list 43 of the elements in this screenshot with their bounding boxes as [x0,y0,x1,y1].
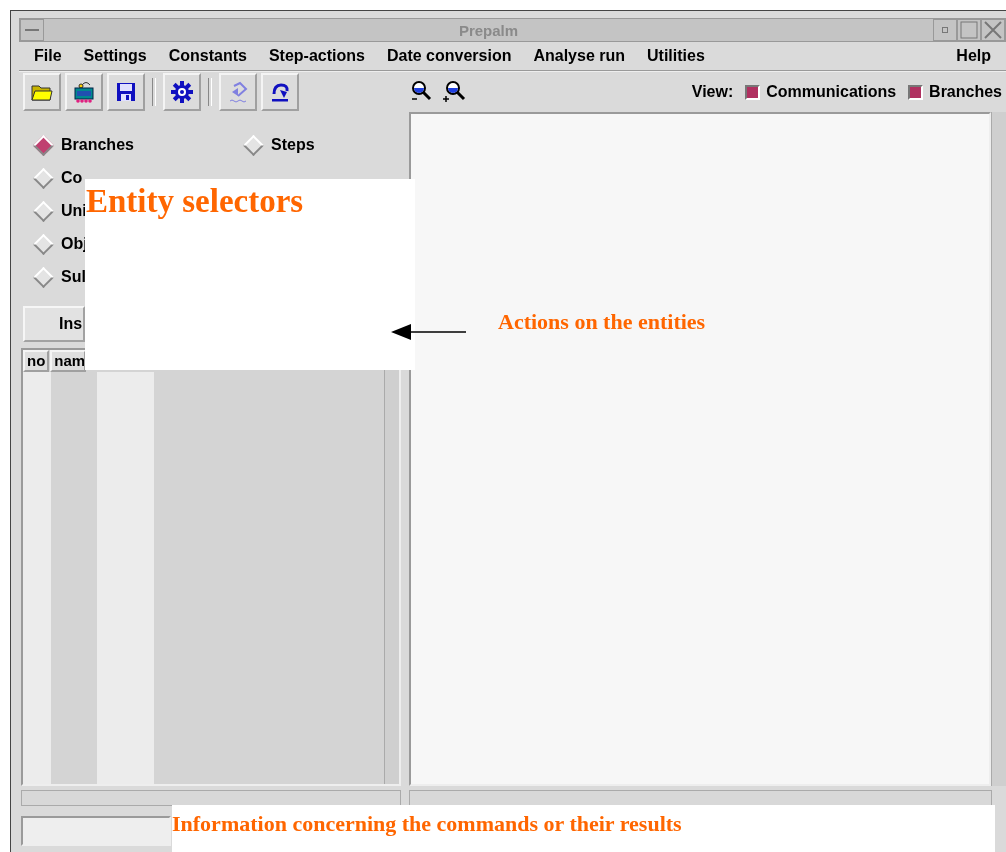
train-car-icon [72,80,96,104]
checkbox-label[interactable]: Branches [929,83,1002,101]
toolbar-button[interactable] [163,73,201,111]
maximize-button[interactable] [957,19,981,41]
scrollbar[interactable] [409,790,992,806]
close-button[interactable] [981,19,1005,41]
scrollbar[interactable] [991,112,1006,786]
zoom-button[interactable] [441,79,467,105]
annotation-text: Information concerning the commands or their results [172,811,682,837]
menu-item[interactable]: Settings [74,45,156,67]
annotation-text: Actions on the entities [498,309,706,335]
annotation-text: Entity selectors [86,183,304,220]
radio-option[interactable]: Co [33,167,83,189]
menu-item[interactable]: Analyse run [524,45,634,67]
action-button[interactable]: Ins [23,306,85,342]
menu-item[interactable]: Utilities [638,45,714,67]
minimize-button[interactable] [933,19,957,41]
toolbar-button[interactable] [107,73,145,111]
toolbar-button[interactable] [261,73,299,111]
toolbar-button[interactable] [65,73,103,111]
square-icon [960,21,978,39]
close-icon [984,21,1002,39]
scrollbar[interactable] [21,790,401,806]
minus-icon [23,26,41,34]
checkbox[interactable] [745,84,761,100]
checkbox[interactable] [908,84,924,100]
window-menu-button[interactable] [20,19,44,41]
toolbar-button[interactable] [23,73,61,111]
radio-option[interactable]: Sul [33,266,86,288]
view-label: View: [691,83,734,101]
checkbox-label[interactable]: Communications [766,83,897,101]
menu-item[interactable]: File [25,45,71,67]
menu-item[interactable]: Help [947,45,1000,67]
menu-item[interactable]: Constants [159,45,256,67]
menu-item[interactable]: Step-actions [259,45,374,67]
radio-option[interactable]: Branches [33,134,134,156]
window-title: Prepalm [457,21,520,39]
radio-option[interactable]: Steps [243,134,315,156]
scrollbar[interactable] [384,370,399,784]
zoom-in-icon [442,80,466,104]
menu-item[interactable]: Date conversion [377,45,521,67]
column-header[interactable]: nam [50,350,87,372]
column-header[interactable]: no [23,350,50,372]
